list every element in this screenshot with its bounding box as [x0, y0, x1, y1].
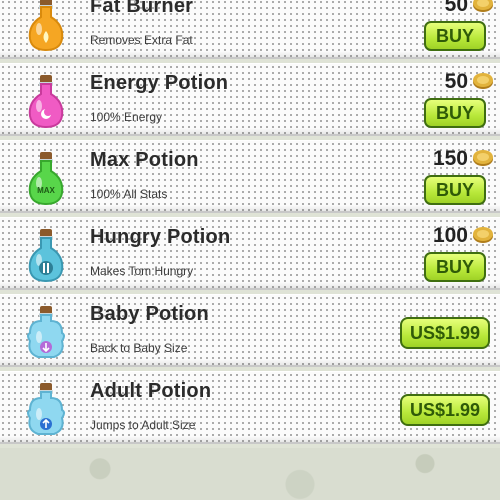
item-description: Removes Extra Fat: [90, 33, 193, 47]
max-potion-bottle-icon: MAX: [28, 152, 64, 206]
item-description: Jumps to Adult Size: [90, 418, 196, 432]
coin-icon: [473, 0, 493, 12]
item-price: 50: [444, 0, 468, 16]
coin-icon: [473, 227, 493, 243]
item-description: Makes Tom Hungry: [90, 264, 194, 278]
shop-item-row: Adult Potion Jumps to Adult Size US$1.99: [0, 371, 500, 444]
shop-item-row: Baby Potion Back to Baby Size US$1.99: [0, 294, 500, 367]
svg-text:MAX: MAX: [37, 186, 55, 195]
energy-potion-bottle-icon: [28, 75, 64, 129]
adult-potion-bottle-icon: [27, 383, 65, 435]
purchase-button[interactable]: US$1.99: [400, 394, 490, 426]
item-price: 150: [432, 147, 468, 170]
potion-shop-screen: Fat Burner Removes Extra Fat 50 BUY Energy P…: [0, 0, 500, 500]
background-ground: [0, 448, 500, 500]
shop-item-row: Fat Burner Removes Extra Fat 50 BUY: [0, 0, 500, 59]
item-description: 100% Energy: [90, 110, 163, 124]
item-name: Hungry Potion: [90, 226, 231, 248]
buy-button[interactable]: BUY: [424, 98, 486, 128]
item-description: Back to Baby Size: [90, 341, 188, 355]
coin-icon: [473, 73, 493, 89]
item-name: Adult Potion: [90, 380, 212, 402]
shop-item-row: Energy Potion 100% Energy 50 BUY: [0, 63, 500, 136]
buy-button[interactable]: BUY: [424, 252, 486, 282]
shop-item-row: MAX Max Potion 100% All Stats 150 BUY: [0, 140, 500, 213]
coin-icon: [473, 150, 493, 166]
item-name: Max Potion: [90, 149, 199, 171]
purchase-button[interactable]: US$1.99: [400, 317, 490, 349]
item-name: Fat Burner: [90, 0, 194, 17]
item-price: 50: [444, 70, 468, 93]
shop-item-row: Hungry Potion Makes Tom Hungry 100 BUY: [0, 217, 500, 290]
buy-button[interactable]: BUY: [424, 175, 486, 205]
item-price: 100: [432, 224, 468, 247]
buy-button[interactable]: BUY: [424, 21, 486, 51]
item-name: Baby Potion: [90, 303, 209, 325]
item-name: Energy Potion: [90, 72, 229, 94]
hungry-potion-bottle-icon: [28, 229, 64, 283]
shop-item-list: Fat Burner Removes Extra Fat 50 BUY Energy P…: [0, 0, 500, 448]
fat-burner-bottle-icon: [28, 0, 64, 52]
baby-potion-bottle-icon: [27, 306, 65, 358]
item-description: 100% All Stats: [90, 187, 168, 201]
